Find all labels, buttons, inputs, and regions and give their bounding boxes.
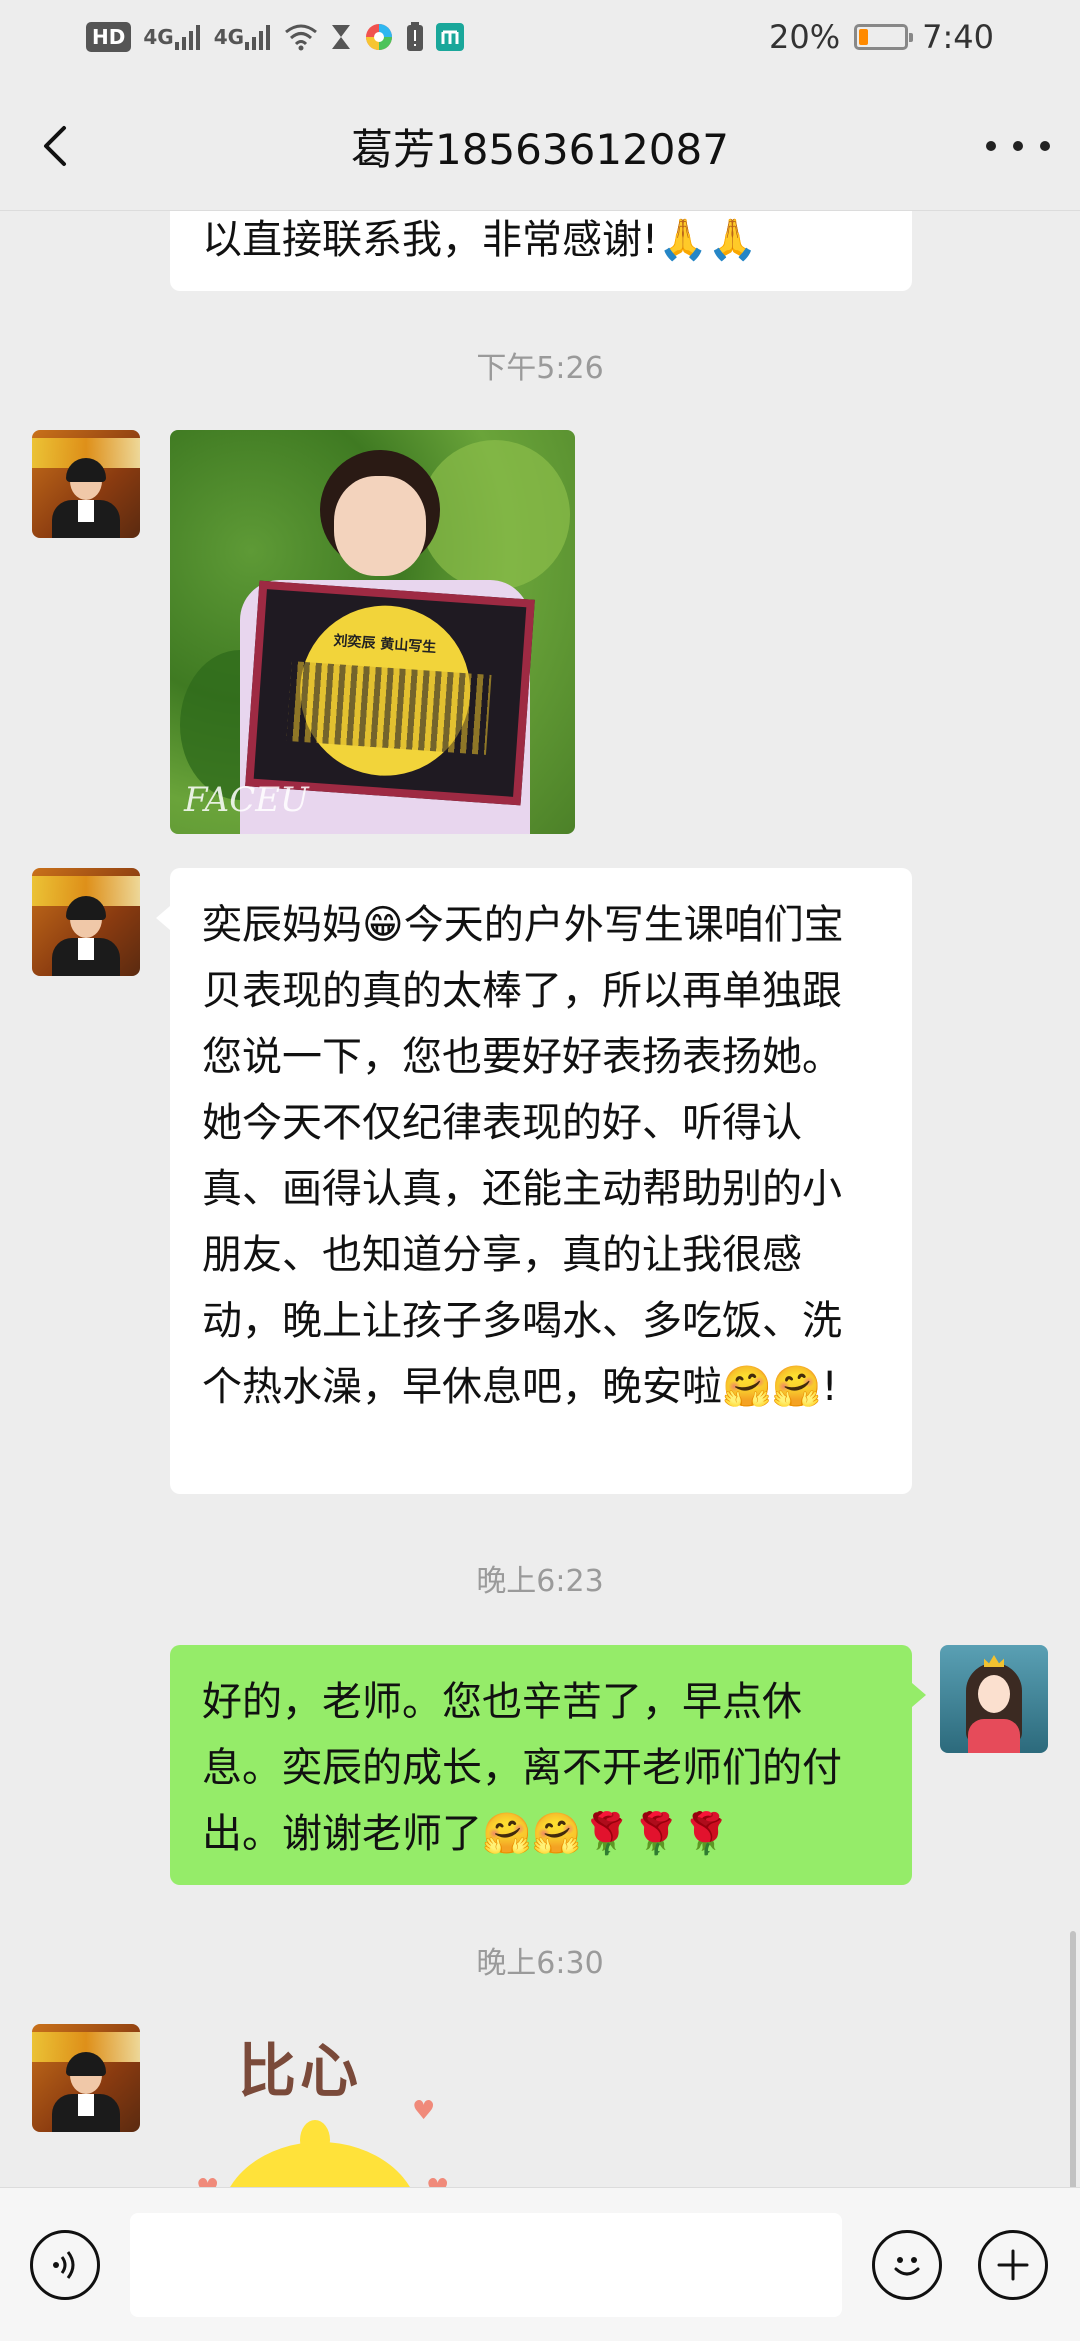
timestamp: 晚上6:30 [476, 1946, 604, 1981]
timestamp: 下午5:26 [476, 351, 604, 386]
battery-percent: 20% [769, 18, 841, 56]
more-dots-icon [986, 141, 996, 151]
alert-battery-icon [406, 22, 424, 52]
wifi-icon [284, 23, 318, 51]
message-bubble-received[interactable]: 奕辰妈妈😁今天的户外写生课咱们宝贝表现的真的太棒了，所以再单独跟您说一下，您也要… [156, 868, 912, 1494]
signal-icon: 4G [143, 24, 201, 50]
message-text: 好的，老师。您也辛苦了，早点休息。奕辰的成长，离不开老师们的付出。谢谢老师了🤗🤗… [202, 1679, 842, 1857]
message-bubble-received[interactable]: 以直接联系我，非常感谢!🙏🙏 [170, 211, 912, 291]
chick-sticker-icon [220, 2142, 420, 2187]
clock-time: 7:40 [922, 18, 994, 56]
heart-icon: ♥ [412, 2096, 436, 2126]
image-watermark: FACEU [184, 780, 309, 820]
hd-icon: HD [86, 22, 132, 52]
message-text: 以直接联系我，非常感谢!🙏🙏 [202, 217, 758, 263]
message-sticker[interactable]: 比心 ♥ ♥ ♥ [190, 2024, 470, 2187]
message-list[interactable]: 以直接联系我，非常感谢!🙏🙏 下午5:26 刘奕辰 黄山写生 FACEU 奕辰妈… [0, 211, 1080, 2187]
avatar[interactable] [32, 868, 140, 976]
message-input[interactable] [130, 2213, 842, 2317]
timestamp: 晚上6:23 [476, 1564, 604, 1599]
message-image[interactable]: 刘奕辰 黄山写生 FACEU [170, 430, 575, 834]
emoji-icon [894, 2257, 920, 2276]
sticker-caption: 比心 [238, 2037, 363, 2105]
plus-icon [997, 2249, 1029, 2281]
avatar[interactable] [32, 430, 140, 538]
avatar[interactable] [32, 2024, 140, 2132]
status-icons: HD 4G 4G [86, 22, 465, 52]
voice-button[interactable] [30, 2230, 100, 2300]
more-options-button[interactable] [986, 116, 1050, 176]
signal-icon: 4G [214, 24, 272, 50]
hourglass-icon [330, 23, 352, 51]
voice-icon [53, 2251, 75, 2279]
message-bubble-sent[interactable]: 好的，老师。您也辛苦了，早点休息。奕辰的成长，离不开老师们的付出。谢谢老师了🤗🤗… [170, 1645, 926, 1885]
avatar[interactable] [940, 1645, 1048, 1753]
input-bar [0, 2187, 1080, 2341]
chat-header: 葛芳18563612087 [0, 82, 1080, 211]
colorful-app-icon [364, 22, 394, 52]
heart-icon: ♥ [196, 2174, 219, 2187]
heart-icon: ♥ [426, 2174, 449, 2187]
mi-icon [436, 23, 465, 51]
chat-title: 葛芳18563612087 [351, 125, 729, 174]
emoji-button[interactable] [872, 2230, 942, 2300]
scrollbar[interactable] [1070, 1931, 1076, 2187]
message-text: 奕辰妈妈😁今天的户外写生课咱们宝贝表现的真的太棒了，所以再单独跟您说一下，您也要… [202, 902, 844, 1410]
status-bar: HD 4G 4G 20% 7:40 [0, 0, 1080, 82]
battery-icon [854, 24, 914, 50]
plus-button[interactable] [978, 2230, 1048, 2300]
